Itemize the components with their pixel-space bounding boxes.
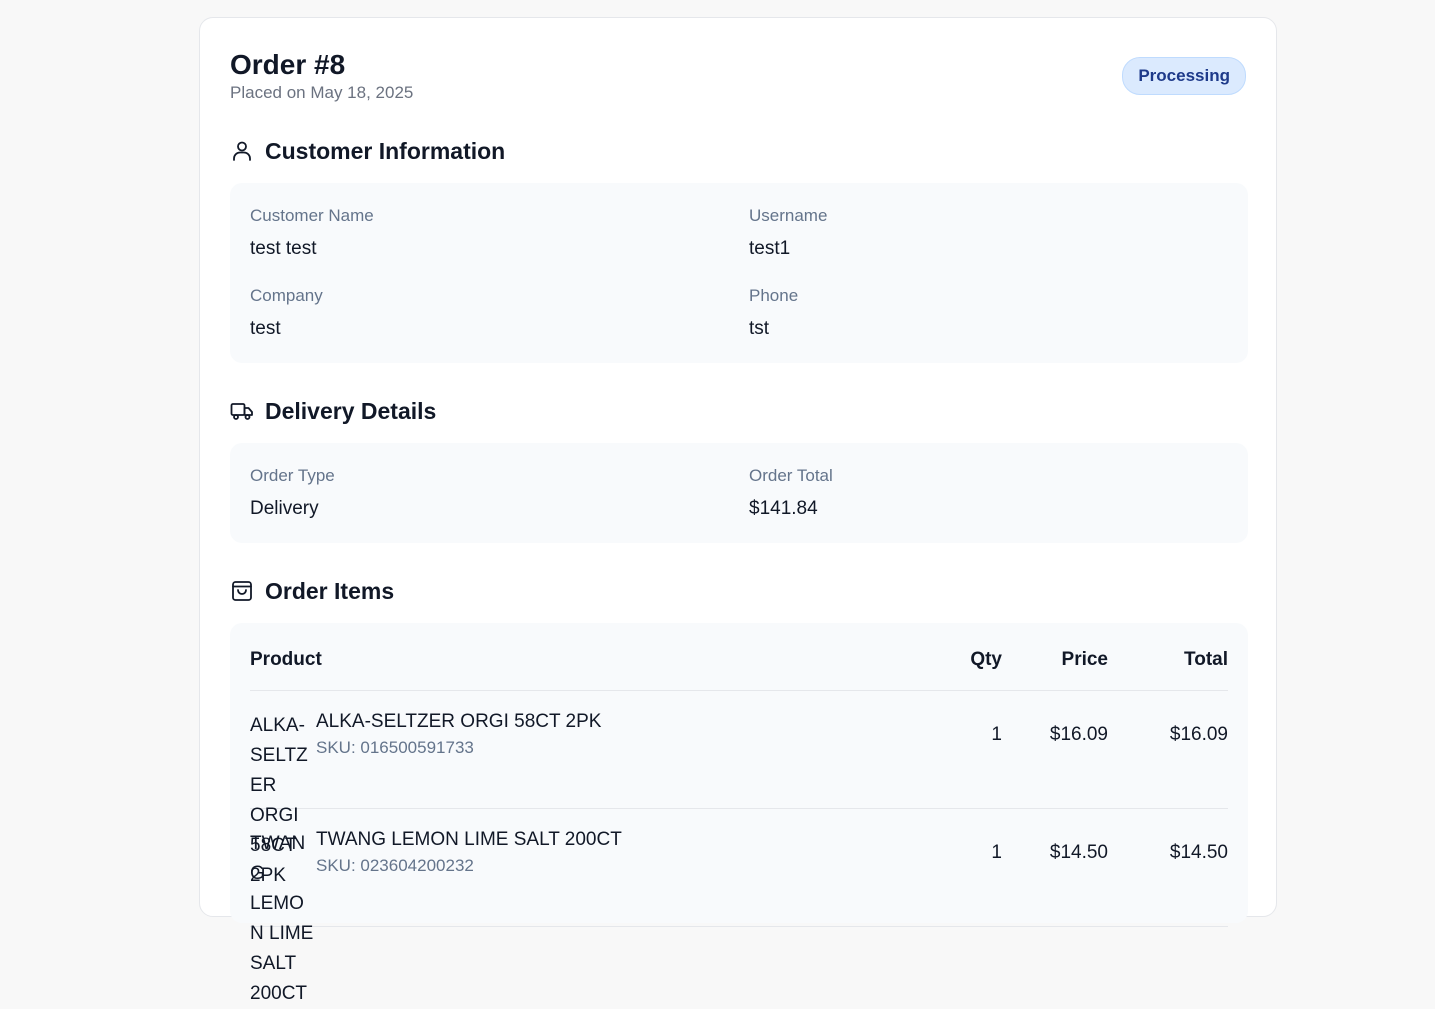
field-label: Phone xyxy=(749,286,799,305)
table-row: TWANG LEMON LIME SALT 200CT TWANG LEMON … xyxy=(250,808,1228,1004)
page-title: Order #8 xyxy=(230,49,346,80)
order-type-field: Order Type Delivery xyxy=(250,465,335,521)
customer-info-panel: Customer Name test test Username test1 C… xyxy=(230,183,1248,363)
product-sku: SKU: 016500591733 xyxy=(316,738,474,757)
table-row: ALKA-SELTZER ORGI 58CT 2PK ALKA-SELTZER … xyxy=(250,690,1228,886)
price-cell: $16.09 xyxy=(1002,690,1108,809)
order-header: Order #8 Placed on May 18, 2025 Processi… xyxy=(230,48,1246,104)
product-image-alt: ALKA-SELTZER ORGI 58CT 2PK xyxy=(250,715,308,886)
product-name: TWANG LEMON LIME SALT 200CT xyxy=(316,829,622,850)
company-field: Company test xyxy=(250,285,323,341)
shopping-bag-icon xyxy=(232,581,252,601)
section-title: Customer Information xyxy=(265,137,506,164)
product-image-alt: TWANG LEMON LIME SALT 200CT xyxy=(250,833,314,1004)
field-label: Company xyxy=(250,286,323,305)
total-cell: $16.09 xyxy=(1108,690,1228,809)
column-header-product: Product xyxy=(250,643,942,691)
product-cell: ALKA-SELTZER ORGI 58CT 2PK SKU: 01650059… xyxy=(316,690,942,809)
delivery-details-heading: Delivery Details xyxy=(230,396,436,426)
field-label: Customer Name xyxy=(250,206,374,225)
user-icon xyxy=(233,141,251,161)
product-sku: SKU: 023604200232 xyxy=(316,856,474,875)
column-header-total: Total xyxy=(1108,643,1228,691)
table-header-row: Product Qty Price Total xyxy=(250,643,1228,691)
order-items-table: Product Qty Price Total ALKA-SELTZER ORG… xyxy=(250,643,1228,1004)
product-name: ALKA-SELTZER ORGI 58CT 2PK xyxy=(316,711,602,732)
field-value: tst xyxy=(749,318,770,339)
delivery-details-panel: Order Type Delivery Order Total $141.84 xyxy=(230,443,1248,543)
order-items-panel: Product Qty Price Total ALKA-SELTZER ORG… xyxy=(230,623,1248,1004)
field-value: Delivery xyxy=(250,498,319,519)
customer-name-field: Customer Name test test xyxy=(250,205,374,261)
price-cell: $14.50 xyxy=(1002,808,1108,927)
field-value: test test xyxy=(250,238,317,259)
field-value: $141.84 xyxy=(749,498,818,519)
customer-info-heading: Customer Information xyxy=(230,136,505,166)
product-cell: TWANG LEMON LIME SALT 200CT SKU: 0236042… xyxy=(316,808,942,927)
username-field: Username test1 xyxy=(749,205,827,261)
field-label: Order Total xyxy=(749,466,833,485)
field-label: Order Type xyxy=(250,466,335,485)
product-image: ALKA-SELTZER ORGI 58CT 2PK xyxy=(250,690,316,886)
column-header-price: Price xyxy=(1002,643,1108,691)
order-items-heading: Order Items xyxy=(230,576,394,606)
total-cell: $14.50 xyxy=(1108,808,1228,927)
truck-icon xyxy=(230,403,253,420)
status-badge: Processing xyxy=(1122,57,1246,95)
order-card: Order #8 Placed on May 18, 2025 Processi… xyxy=(199,17,1277,1004)
section-title: Delivery Details xyxy=(265,397,437,424)
column-header-qty: Qty xyxy=(942,643,1002,691)
field-value: test xyxy=(250,318,281,339)
field-value: test1 xyxy=(749,238,791,259)
field-label: Username xyxy=(749,206,828,225)
order-date: Placed on May 18, 2025 xyxy=(230,83,414,102)
qty-cell: 1 xyxy=(942,690,1002,809)
phone-field: Phone tst xyxy=(749,285,798,341)
section-title: Order Items xyxy=(265,577,395,604)
order-total-field: Order Total $141.84 xyxy=(749,465,833,521)
qty-cell: 1 xyxy=(942,808,1002,927)
